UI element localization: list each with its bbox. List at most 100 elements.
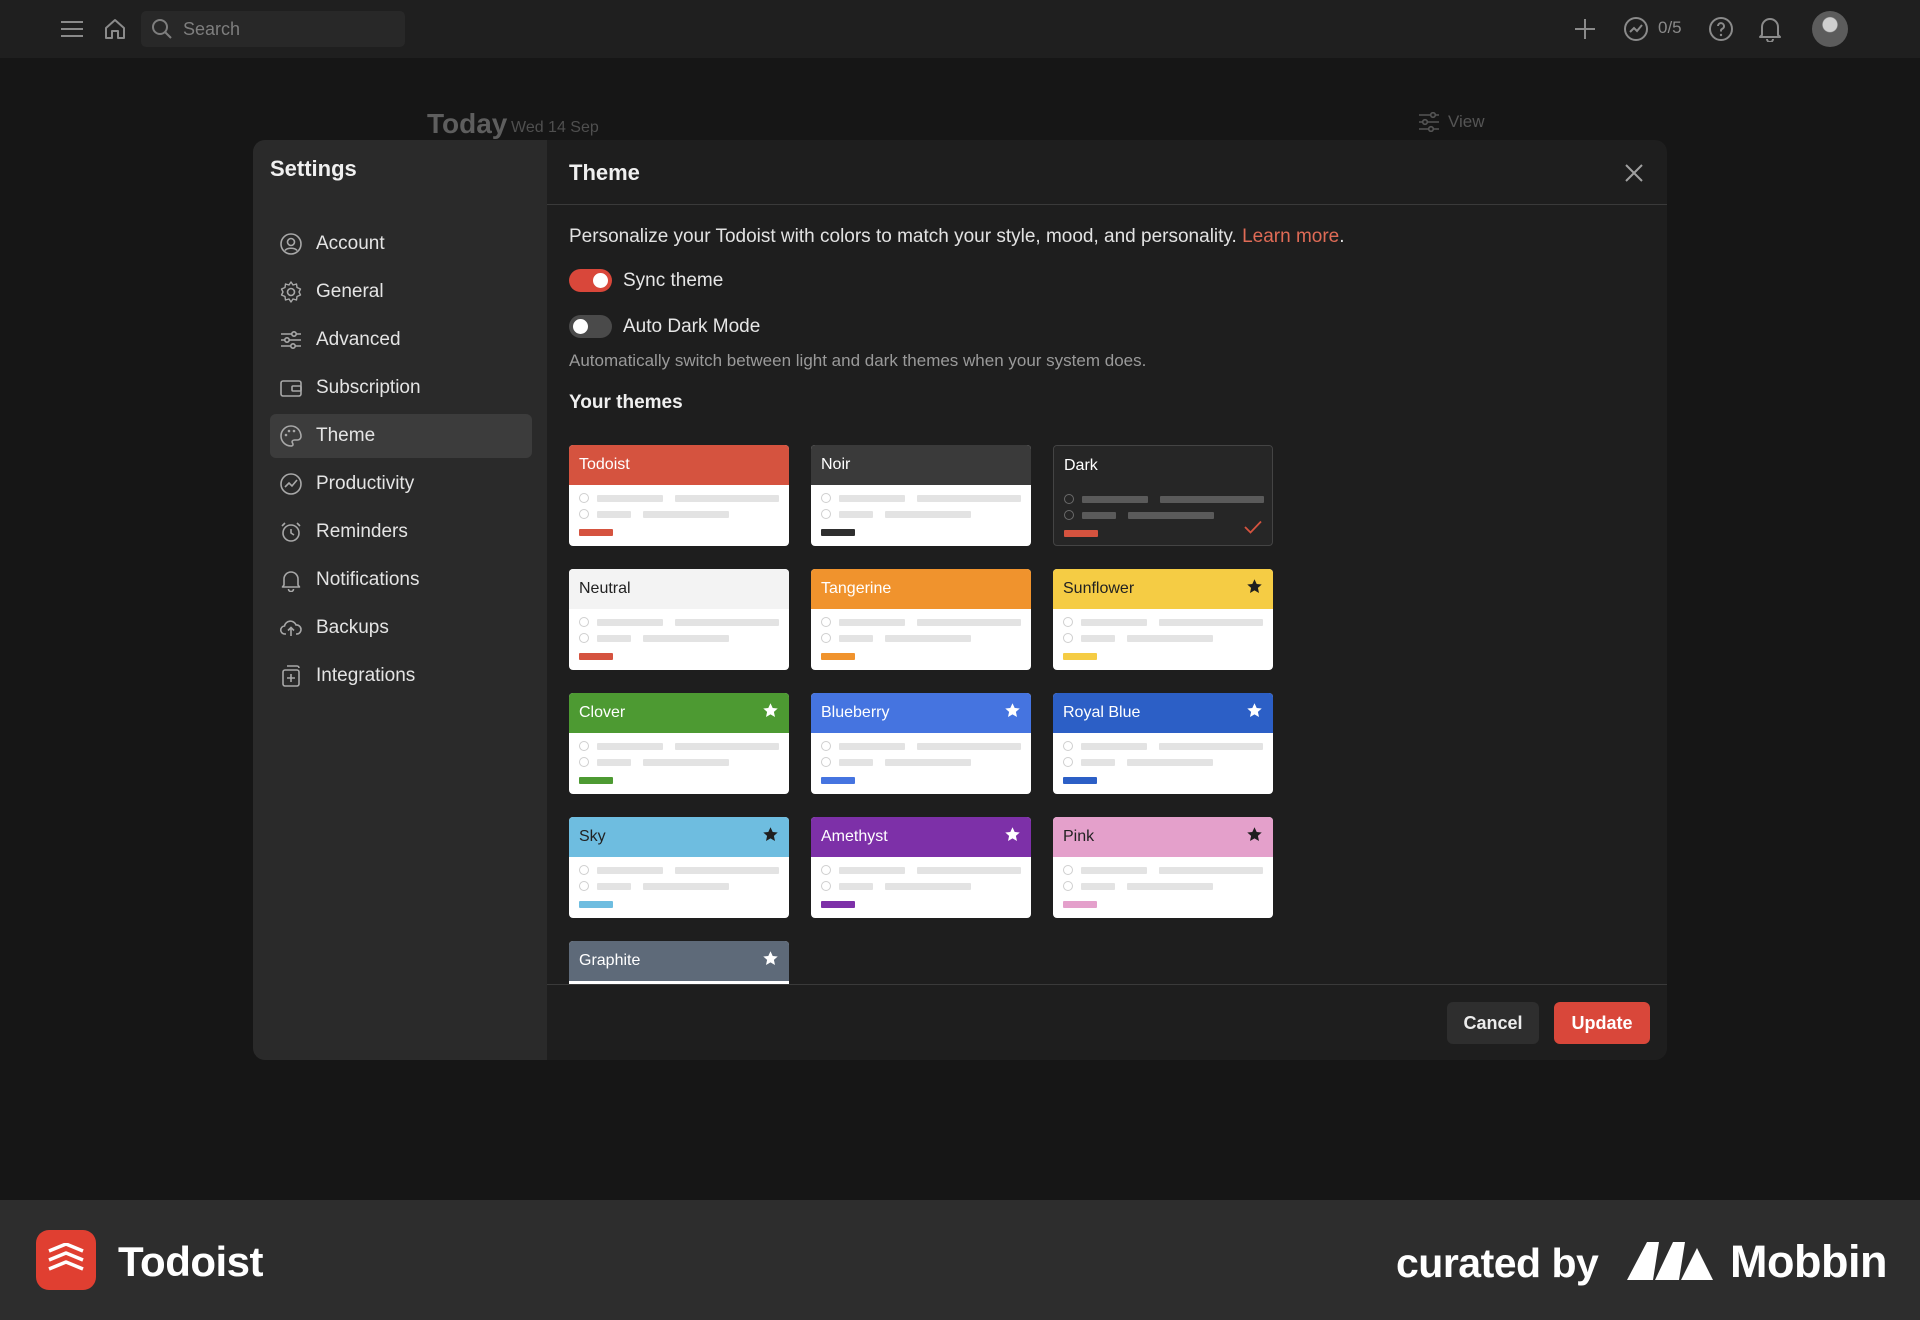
theme-card-header: Tangerine: [811, 569, 1031, 609]
theme-card-preview: [1054, 486, 1272, 545]
preview-accent-bar: [821, 529, 855, 536]
account-icon: [278, 231, 304, 257]
sidebar-item-label: Productivity: [316, 473, 415, 494]
preview-task-row: [579, 757, 729, 767]
preview-accent-bar: [1064, 530, 1098, 537]
theme-card-preview: [1053, 733, 1273, 794]
palette-icon: [278, 423, 304, 449]
home-icon[interactable]: [100, 14, 130, 44]
close-button[interactable]: [1619, 158, 1649, 188]
learn-more-link[interactable]: Learn more: [1242, 226, 1339, 247]
view-button[interactable]: View: [1418, 112, 1485, 132]
preview-task-row: [579, 509, 729, 519]
star-icon: [762, 702, 779, 724]
auto-dark-hint: Automatically switch between light and d…: [569, 351, 1147, 370]
theme-card-dark[interactable]: Dark: [1053, 445, 1273, 546]
preview-task-row: [1063, 617, 1263, 627]
mobbin-logo-icon: [1627, 1242, 1713, 1280]
theme-card-header: Sunflower: [1053, 569, 1273, 609]
sidebar-item-reminders[interactable]: Reminders: [270, 510, 532, 554]
settings-sidebar: Settings Account General Advanced Subscript…: [253, 140, 547, 1060]
sidebar-item-label: Integrations: [316, 665, 416, 686]
preview-task-row: [1063, 757, 1213, 767]
sync-theme-toggle[interactable]: [569, 269, 612, 292]
theme-card-neutral[interactable]: Neutral: [569, 569, 789, 670]
theme-card-sunflower[interactable]: Sunflower: [1053, 569, 1273, 670]
star-icon: [1004, 826, 1021, 848]
productivity-icon[interactable]: [1621, 14, 1651, 44]
avatar[interactable]: [1812, 11, 1848, 47]
theme-card-preview: [569, 485, 789, 546]
bell-icon: [278, 567, 304, 593]
preview-accent-bar: [579, 653, 613, 660]
star-icon: [1246, 826, 1263, 848]
star-icon: [762, 950, 779, 972]
preview-accent-bar: [579, 777, 613, 784]
integrations-icon: [278, 663, 304, 689]
auto-dark-toggle[interactable]: [569, 315, 612, 338]
alarm-icon: [278, 519, 304, 545]
sidebar-item-integrations[interactable]: Integrations: [270, 654, 532, 698]
theme-card-header: Sky: [569, 817, 789, 857]
theme-name: Blueberry: [821, 704, 890, 721]
preview-task-row: [579, 493, 779, 503]
close-icon: [1625, 164, 1643, 182]
preview-task-row: [579, 865, 779, 875]
productivity-count[interactable]: 0/5: [1658, 18, 1682, 38]
theme-name: Sunflower: [1063, 580, 1135, 597]
sidebar-item-general[interactable]: General: [270, 270, 532, 314]
sidebar-item-subscription[interactable]: Subscription: [270, 366, 532, 410]
theme-card-pink[interactable]: Pink: [1053, 817, 1273, 918]
sidebar-item-advanced[interactable]: Advanced: [270, 318, 532, 362]
menu-icon[interactable]: [57, 14, 87, 44]
preview-task-row: [821, 493, 1021, 503]
theme-card-amethyst[interactable]: Amethyst: [811, 817, 1031, 918]
theme-card-header: Noir: [811, 445, 1031, 485]
curated-by-label: curated by: [1396, 1240, 1599, 1286]
star-icon: [1246, 702, 1263, 724]
theme-card-noir[interactable]: Noir: [811, 445, 1031, 546]
theme-name: Pink: [1063, 828, 1095, 845]
sync-theme-label: Sync theme: [623, 269, 724, 291]
cancel-button[interactable]: Cancel: [1447, 1002, 1539, 1044]
sidebar-item-theme[interactable]: Theme: [270, 414, 532, 458]
theme-card-preview: [1053, 857, 1273, 918]
preview-task-row: [1064, 510, 1214, 520]
theme-panel: Theme Personalize your Todoist with colo…: [547, 140, 1667, 1060]
bell-icon[interactable]: [1755, 14, 1785, 44]
update-button[interactable]: Update: [1554, 1002, 1650, 1044]
preview-task-row: [1063, 741, 1263, 751]
preview-accent-bar: [1063, 653, 1097, 660]
preview-task-row: [1063, 881, 1213, 891]
preview-task-row: [579, 741, 779, 751]
theme-card-preview: [1053, 609, 1273, 670]
theme-card-blueberry[interactable]: Blueberry: [811, 693, 1031, 794]
help-icon[interactable]: [1706, 14, 1736, 44]
theme-card-sky[interactable]: Sky: [569, 817, 789, 918]
sidebar-item-productivity[interactable]: Productivity: [270, 462, 532, 506]
theme-card-header: Todoist: [569, 445, 789, 485]
theme-card-royal-blue[interactable]: Royal Blue: [1053, 693, 1273, 794]
theme-card-tangerine[interactable]: Tangerine: [811, 569, 1031, 670]
theme-card-clover[interactable]: Clover: [569, 693, 789, 794]
branding-bar: Todoist curated by Mobbin: [0, 1200, 1920, 1320]
theme-card-todoist[interactable]: Todoist: [569, 445, 789, 546]
auto-dark-row: Auto Dark Mode: [569, 315, 760, 338]
preview-task-row: [1063, 633, 1213, 643]
theme-card-header: Neutral: [569, 569, 789, 609]
search-input[interactable]: Search: [141, 11, 405, 47]
preview-task-row: [579, 881, 729, 891]
theme-card-header: Amethyst: [811, 817, 1031, 857]
sidebar-item-notifications[interactable]: Notifications: [270, 558, 532, 602]
theme-card-header: Graphite: [569, 941, 789, 981]
sidebar-item-account[interactable]: Account: [270, 222, 532, 266]
preview-accent-bar: [1063, 901, 1097, 908]
sidebar-item-label: Theme: [316, 425, 376, 446]
gear-icon: [278, 279, 304, 305]
star-icon: [762, 826, 779, 848]
sidebar-item-backups[interactable]: Backups: [270, 606, 532, 650]
theme-name: Noir: [821, 456, 851, 473]
plus-icon[interactable]: [1570, 14, 1600, 44]
theme-card-preview: [811, 857, 1031, 918]
search-icon: [152, 19, 172, 39]
